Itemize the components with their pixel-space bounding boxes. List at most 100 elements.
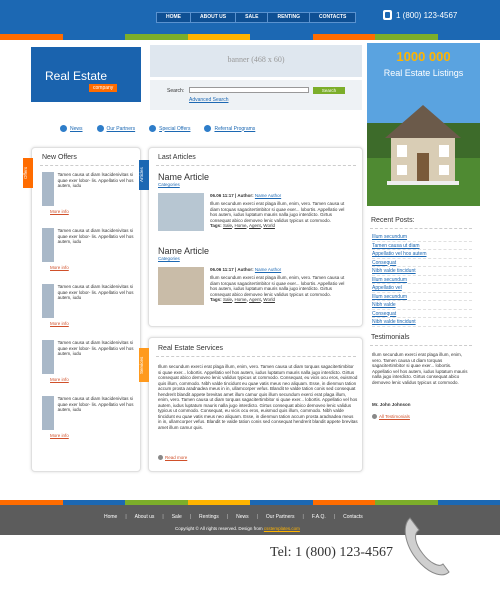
more-info-link[interactable]: More info [50, 377, 137, 382]
divider [370, 345, 472, 346]
article-category[interactable]: Categories [158, 182, 358, 187]
header-stripes [0, 34, 500, 40]
article-title[interactable]: Name Article [158, 172, 358, 182]
credit-link[interactable]: csstemplates.com [264, 526, 300, 531]
footer-phone: Tel: 1 (800) 123-4567 [270, 545, 394, 560]
offer-image[interactable] [42, 228, 54, 262]
nav-contacts[interactable]: CONTACTS [310, 13, 355, 22]
offer-item: Tamen causa ut diam lsacidenivitas si qu… [42, 340, 137, 382]
search-input[interactable] [189, 87, 309, 93]
more-info-link[interactable]: More info [50, 321, 137, 326]
recent-post-link[interactable]: Consequat [372, 259, 472, 267]
nav-about-us[interactable]: ABOUT US [191, 13, 237, 22]
offer-text: Tamen causa ut diam lsacidenivitas si qu… [57, 396, 134, 412]
link-our-partners[interactable]: Our Partners [96, 125, 135, 132]
arrow-icon [158, 455, 163, 460]
article-item: Name Article Categories 06.06 11:17 | Au… [158, 246, 358, 305]
main-nav: HOME ABOUT US SALE RENTING CONTACTS [156, 12, 357, 23]
read-more-link[interactable]: Read more [165, 455, 187, 460]
article-image[interactable] [158, 193, 204, 231]
listings-photo[interactable]: 1000 000 Real Estate Listings [367, 43, 480, 206]
offer-text: Tamen causa ut diam lsacidenivitas si qu… [57, 284, 134, 300]
nav-renting[interactable]: RENTING [268, 13, 310, 22]
footer-link-sale[interactable]: Sale [172, 514, 182, 520]
link-special-offers[interactable]: Special Offers [149, 125, 190, 132]
offer-text: Tamen causa ut diam lsacidenivitas si qu… [57, 228, 134, 244]
link-news[interactable]: News [60, 125, 83, 132]
footer-link-news[interactable]: News [236, 514, 249, 520]
divider [40, 165, 134, 166]
globe-icon [149, 125, 157, 132]
tag-link[interactable]: World [263, 223, 275, 228]
copyright: Copyright © All rights reserved. Design … [175, 526, 300, 531]
article-body: Illum secundum exerci erat plaga illum, … [210, 275, 345, 297]
testimonial-author: Mr. John Johnson [372, 402, 411, 407]
recent-post-link[interactable]: Tamen causa ut diam [372, 242, 472, 250]
read-more[interactable]: Read more [158, 455, 187, 460]
nav-home[interactable]: HOME [157, 13, 191, 22]
recent-post-link[interactable]: Illum secundum [372, 276, 472, 284]
offers-title: New Offers [42, 154, 77, 161]
offer-image[interactable] [42, 284, 54, 318]
article-author-link[interactable]: Name Author [255, 193, 281, 198]
phone-icon [383, 10, 392, 20]
footer-link-about-us[interactable]: About us [135, 514, 155, 520]
offer-image[interactable] [42, 172, 54, 206]
tag-link[interactable]: Sale [223, 223, 232, 228]
more-info-link[interactable]: More info [50, 209, 137, 214]
recent-post-link[interactable]: Nibh valde [372, 301, 472, 310]
all-testimonials[interactable]: All Testimonials [372, 414, 410, 419]
offer-image[interactable] [42, 340, 54, 374]
article-title[interactable]: Name Article [158, 246, 358, 256]
logo[interactable]: Real Estate company [31, 47, 141, 102]
article-author-link[interactable]: Name Author [255, 267, 281, 272]
footer-link-faq[interactable]: F.A.Q. [312, 514, 326, 520]
article-item: Name Article Categories 06.06 11:17 | Au… [158, 172, 358, 231]
divider [156, 356, 356, 357]
article-tags: Tags: Sale, Home, Agent, World [210, 297, 275, 302]
tag-link[interactable]: Home [234, 297, 246, 302]
globe-icon [60, 125, 67, 132]
tag-link[interactable]: World [263, 297, 275, 302]
more-info-link[interactable]: More info [50, 433, 137, 438]
advanced-search-link[interactable]: Advanced Search [189, 97, 228, 103]
articles-title: Last Articles [158, 154, 196, 161]
footer-link-rentings[interactable]: Rentings [199, 514, 219, 520]
tag-link[interactable]: Agent [249, 297, 261, 302]
telephone-icon [404, 517, 450, 576]
offer-item: Tamen causa ut diam lsacidenivitas si qu… [42, 284, 137, 326]
tag-link[interactable]: Sale [223, 297, 232, 302]
recent-post-link[interactable]: Appellatio vel [372, 284, 472, 293]
tag-link[interactable]: Home [234, 223, 246, 228]
article-meta: 06.06 11:17 | Author: Name Author [210, 193, 282, 198]
search-button[interactable]: Search [313, 87, 345, 94]
recent-post-link[interactable]: Illum secundum [372, 233, 472, 242]
services-tab: Services [139, 348, 149, 382]
article-meta: 06.06 11:17 | Author: Name Author [210, 267, 282, 272]
tag-link[interactable]: Agent [249, 223, 261, 228]
all-testimonials-link[interactable]: All Testimonials [379, 414, 410, 419]
link-referral-programs[interactable]: Referral Programs [204, 125, 255, 132]
footer-link-contacts[interactable]: Contacts [343, 514, 363, 520]
footer-link-our-partners[interactable]: Our Partners [266, 514, 295, 520]
footer-nav: Home | About us | Sale | Rentings | News | Ou… [104, 514, 363, 520]
banner-placeholder[interactable]: banner (468 x 60) [150, 45, 362, 77]
services-body: Illum secundum exerci erat plaga illum, … [158, 364, 358, 430]
article-image[interactable] [158, 267, 204, 305]
listings-count: 1000 000 [396, 49, 451, 64]
article-tags: Tags: Sale, Home, Agent, World [210, 223, 275, 228]
recent-post-link[interactable]: Illum secundum [372, 293, 472, 301]
offer-image[interactable] [42, 396, 54, 430]
articles-tab: Articles [139, 160, 149, 190]
nav-sale[interactable]: SALE [236, 13, 269, 22]
recent-post-link[interactable]: Nibh valde tincidunt [372, 267, 472, 276]
recent-post-link[interactable]: Nibh valde tincidunt [372, 318, 472, 327]
logo-title: Real Estate [45, 69, 108, 83]
footer-link-home[interactable]: Home [104, 514, 117, 520]
recent-post-link[interactable]: Appellatio vel hos autem [372, 250, 472, 259]
article-category[interactable]: Categories [158, 256, 358, 261]
recent-post-link[interactable]: Consequat [372, 310, 472, 318]
more-info-link[interactable]: More info [50, 265, 137, 270]
offer-item: Tamen causa ut diam lsacidenivitas si qu… [42, 172, 137, 214]
services-title: Real Estate Services [158, 345, 223, 352]
